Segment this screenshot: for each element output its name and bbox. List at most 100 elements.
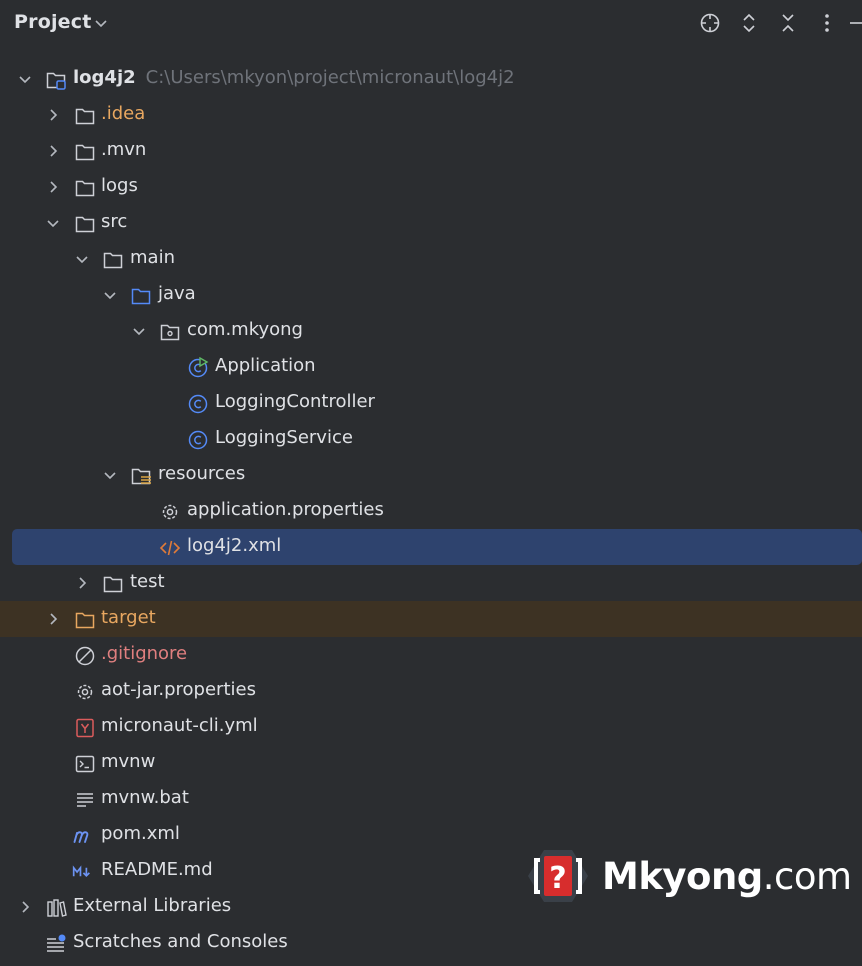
tree-node-mvn[interactable]: .mvn: [0, 133, 862, 169]
project-tree: log4j2 C:\Users\mkyon\project\micronaut\l…: [0, 61, 862, 961]
shell-script-icon: [75, 755, 95, 773]
tree-node-application-properties[interactable]: application.properties: [0, 493, 862, 529]
tree-node-micronaut-cli-yml[interactable]: micronaut-cli.yml: [0, 709, 862, 745]
tree-node-com-mkyong[interactable]: com.mkyong: [0, 313, 862, 349]
tree-node-java[interactable]: java: [0, 277, 862, 313]
tree-node-logging-service[interactable]: LoggingService: [0, 421, 862, 457]
selection-highlight: [12, 529, 862, 565]
ignore-icon: [75, 646, 95, 666]
scratches-icon: [47, 934, 66, 952]
tree-node-label: main: [130, 247, 175, 268]
chevron-down-icon[interactable]: [131, 323, 147, 339]
tree-node-target[interactable]: target: [0, 601, 862, 637]
tree-node-label: .idea: [101, 103, 146, 124]
watermark-brand: Mkyong: [602, 854, 763, 898]
tree-node-label: LoggingController: [215, 391, 375, 412]
tree-node-label: micronaut-cli.yml: [101, 715, 258, 736]
runnable-class-icon: [188, 357, 209, 378]
module-path: C:\Users\mkyon\project\micronaut\log4j2: [145, 67, 515, 88]
resources-folder-icon: [131, 468, 151, 485]
logo-glyph: ?: [549, 861, 566, 896]
tree-node-label: com.mkyong: [187, 319, 303, 340]
yaml-icon: [76, 718, 94, 738]
tree-node-label: target: [101, 607, 156, 628]
tree-node-label: logs: [101, 175, 138, 196]
folder-icon: [75, 108, 95, 125]
chevron-right-icon[interactable]: [45, 611, 61, 627]
xml-icon: [159, 540, 181, 556]
tree-node-label: src: [101, 211, 128, 232]
tree-node-test[interactable]: test: [0, 565, 862, 601]
gear-icon: [77, 684, 93, 700]
tree-node-log4j2[interactable]: log4j2 C:\Users\mkyon\project\micronaut\l…: [0, 61, 862, 97]
expand-collapse-icon[interactable]: [737, 11, 761, 35]
folder-icon: [75, 180, 95, 197]
tree-node-mvnw-bat[interactable]: mvnw.bat: [0, 781, 862, 817]
tree-node-label: pom.xml: [101, 823, 180, 844]
tree-node-resources[interactable]: resources: [0, 457, 862, 493]
tree-node-label: application.properties: [187, 499, 384, 520]
tree-node-label: log4j2.xml: [187, 535, 282, 556]
tree-node-label: aot-jar.properties: [101, 679, 256, 700]
collapse-all-icon[interactable]: [776, 11, 800, 35]
tree-node-label: README.md: [101, 859, 213, 880]
chevron-right-icon[interactable]: [45, 143, 61, 159]
markdown-icon: [72, 865, 90, 878]
tree-node-label: Application: [215, 355, 316, 376]
tree-node-application[interactable]: Application: [0, 349, 862, 385]
tree-node-src[interactable]: src: [0, 205, 862, 241]
tree-node-label: resources: [158, 463, 246, 484]
maven-icon: [73, 831, 89, 843]
tree-node-mvnw[interactable]: mvnw: [0, 745, 862, 781]
chevron-down-icon[interactable]: [17, 71, 33, 87]
package-icon: [160, 324, 180, 341]
chevron-down-icon[interactable]: [93, 15, 109, 31]
tree-node-label: .mvn: [101, 139, 147, 160]
tree-node-label: LoggingService: [215, 427, 353, 448]
module-folder-icon: [46, 72, 66, 90]
chevron-right-icon[interactable]: [45, 179, 61, 195]
tree-node-label: External Libraries: [73, 895, 232, 916]
tree-node-main[interactable]: main: [0, 241, 862, 277]
mkyong-watermark: ? Mkyong.com: [526, 848, 852, 904]
tree-node-label: test: [130, 571, 165, 592]
folder-icon: [103, 252, 123, 269]
chevron-down-icon[interactable]: [45, 215, 61, 231]
chevron-right-icon[interactable]: [74, 575, 90, 591]
text-file-icon: [77, 793, 93, 807]
tree-node-label: log4j2: [73, 67, 136, 88]
class-icon: [188, 394, 208, 414]
tree-node-label: .gitignore: [101, 643, 188, 664]
chevron-right-icon[interactable]: [45, 107, 61, 123]
tree-node-label: mvnw.bat: [101, 787, 189, 808]
locate-icon[interactable]: [698, 11, 722, 35]
tree-node-label: Scratches and Consoles: [73, 931, 288, 952]
chevron-down-icon[interactable]: [102, 287, 118, 303]
tree-node-label: java: [158, 283, 196, 304]
chevron-right-icon[interactable]: [17, 899, 33, 915]
source-folder-icon: [131, 288, 151, 305]
libraries-icon: [47, 899, 67, 917]
project-tool-window-header: Project: [0, 0, 862, 46]
folder-icon: [75, 144, 95, 161]
chevron-down-icon[interactable]: [102, 467, 118, 483]
gear-icon: [162, 504, 178, 520]
tree-node-label: mvnw: [101, 751, 156, 772]
tree-node-idea[interactable]: .idea: [0, 97, 862, 133]
project-view-title[interactable]: Project: [14, 11, 92, 33]
mkyong-logo-icon: ?: [528, 850, 588, 902]
more-options-icon[interactable]: [815, 11, 839, 35]
chevron-down-icon[interactable]: [74, 251, 90, 267]
tree-node-logs[interactable]: logs: [0, 169, 862, 205]
folder-icon: [75, 216, 95, 233]
tree-node-aot-jar-properties[interactable]: aot-jar.properties: [0, 673, 862, 709]
class-icon: [188, 430, 208, 450]
tree-node-scratches-and-consoles[interactable]: Scratches and Consoles: [0, 925, 862, 961]
folder-icon: [103, 576, 123, 593]
excluded-folder-icon: [75, 612, 95, 629]
tree-node-logging-controller[interactable]: LoggingController: [0, 385, 862, 421]
tree-node-gitignore[interactable]: .gitignore: [0, 637, 862, 673]
tree-node-log4j2-xml[interactable]: log4j2.xml: [0, 529, 862, 565]
hide-icon[interactable]: [848, 11, 862, 35]
watermark-suffix: .com: [762, 854, 852, 898]
